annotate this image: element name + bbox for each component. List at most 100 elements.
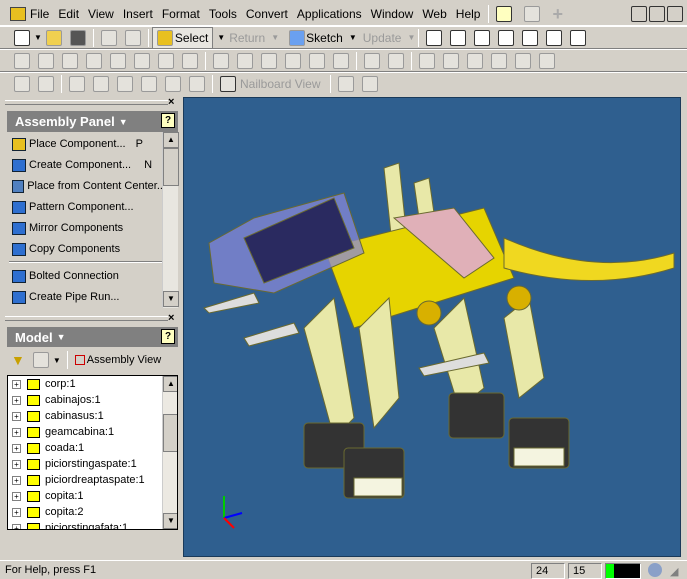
ifeature-icon[interactable] bbox=[491, 52, 507, 69]
help-icon[interactable]: ? bbox=[161, 329, 175, 344]
menu-edit[interactable]: Edit bbox=[58, 7, 79, 21]
tree-icon[interactable] bbox=[32, 352, 49, 368]
menu-web[interactable]: Web bbox=[422, 7, 446, 21]
split-icon[interactable] bbox=[38, 76, 54, 92]
look-at-icon[interactable] bbox=[570, 29, 587, 46]
close-panel-icon[interactable]: × bbox=[168, 96, 174, 108]
tree-item[interactable]: + piciordreaptaspate:1 bbox=[12, 472, 145, 488]
scroll-down-button[interactable]: ▼ bbox=[163, 513, 177, 529]
rotate-icon[interactable] bbox=[546, 29, 563, 46]
close-icon[interactable] bbox=[667, 6, 683, 22]
constraint-icon[interactable] bbox=[14, 52, 30, 69]
axis-icon[interactable] bbox=[182, 52, 198, 69]
tree-item[interactable]: + geamcabina:1 bbox=[12, 424, 114, 440]
expand-icon[interactable]: + bbox=[12, 491, 21, 501]
dimension-icon[interactable] bbox=[261, 52, 277, 69]
create-pipe-run-item[interactable]: Create Pipe Run... bbox=[12, 287, 120, 307]
edit-icon[interactable] bbox=[69, 76, 85, 92]
whats-this-icon[interactable] bbox=[524, 6, 541, 22]
menu-tools[interactable]: Tools bbox=[209, 7, 237, 21]
menu-window[interactable]: Window bbox=[371, 7, 414, 21]
redo-icon[interactable] bbox=[124, 29, 141, 46]
menu-format[interactable]: Format bbox=[162, 7, 200, 21]
probe-icon[interactable] bbox=[333, 52, 349, 69]
graphics-viewport[interactable] bbox=[183, 97, 681, 557]
scroll-up-button[interactable]: ▲ bbox=[163, 132, 179, 148]
tree-item[interactable]: + cabinajos:1 bbox=[12, 392, 101, 408]
menu-convert[interactable]: Convert bbox=[246, 7, 288, 21]
assembly-view-button[interactable]: Assembly View bbox=[87, 354, 161, 366]
mirror-icon[interactable] bbox=[141, 76, 157, 92]
sketch-button[interactable]: Sketch bbox=[306, 31, 343, 45]
scroll-down-button[interactable]: ▼ bbox=[163, 291, 179, 307]
sketch-plane-icon[interactable] bbox=[388, 52, 404, 69]
assembly-panel-grip[interactable] bbox=[5, 100, 168, 105]
analyze-icon[interactable] bbox=[134, 52, 150, 69]
create-component-item[interactable]: Create Component... N bbox=[12, 155, 152, 175]
new-icon[interactable] bbox=[14, 29, 30, 46]
half-section-icon[interactable] bbox=[237, 52, 253, 69]
expand-icon[interactable]: + bbox=[12, 427, 21, 437]
table-icon[interactable] bbox=[443, 52, 459, 69]
tree-item[interactable]: + corp:1 bbox=[12, 376, 76, 392]
zoom-selected-icon[interactable] bbox=[522, 29, 539, 46]
help-icon[interactable]: ? bbox=[161, 113, 175, 128]
menu-file[interactable]: File bbox=[30, 7, 49, 21]
nailboard-view-button[interactable]: Nailboard View bbox=[240, 77, 321, 91]
menu-help[interactable]: Help bbox=[456, 7, 481, 21]
replace-icon[interactable] bbox=[110, 52, 126, 69]
parts-icon[interactable] bbox=[419, 52, 435, 69]
expand-icon[interactable]: + bbox=[12, 475, 21, 485]
model-panel-header[interactable]: Model ▼ ? bbox=[7, 327, 178, 347]
expand-icon[interactable]: + bbox=[12, 443, 21, 453]
zoom-icon[interactable] bbox=[474, 29, 491, 46]
model-tree-scrollbar[interactable]: ▲ ▼ bbox=[162, 376, 177, 529]
plane-icon[interactable] bbox=[158, 52, 174, 69]
menu-applications[interactable]: Applications bbox=[297, 7, 362, 21]
cycle-icon[interactable] bbox=[117, 76, 133, 92]
undo-icon[interactable] bbox=[100, 29, 117, 46]
measure-icon[interactable] bbox=[285, 52, 301, 69]
menu-insert[interactable]: Insert bbox=[123, 7, 153, 21]
expand-icon[interactable]: + bbox=[12, 379, 21, 389]
document-icon[interactable] bbox=[165, 76, 181, 92]
text-icon[interactable] bbox=[364, 52, 380, 69]
layout-icon[interactable] bbox=[14, 76, 30, 92]
return-button[interactable]: Return bbox=[229, 31, 265, 45]
zoom-all-icon[interactable] bbox=[426, 29, 443, 46]
filter-icon[interactable]: ▼ bbox=[11, 352, 25, 368]
expand-icon[interactable]: + bbox=[12, 411, 21, 421]
model-panel-grip[interactable] bbox=[5, 316, 168, 321]
flag-icon[interactable] bbox=[189, 76, 205, 92]
bom-icon[interactable] bbox=[539, 52, 555, 69]
spark-icon[interactable] bbox=[337, 76, 354, 92]
place-component-item[interactable]: Place Component... P bbox=[12, 134, 143, 154]
select-button[interactable]: Select bbox=[151, 26, 214, 49]
rotate-component-icon[interactable] bbox=[62, 52, 78, 69]
place-content-center-item[interactable]: Place from Content Center... bbox=[12, 176, 166, 196]
minimize-icon[interactable] bbox=[631, 6, 647, 22]
assembly-panel-scrollbar[interactable]: ▲ ▼ bbox=[162, 132, 179, 308]
tree-item[interactable]: + copita:2 bbox=[12, 504, 84, 520]
scroll-thumb[interactable] bbox=[163, 414, 177, 452]
grid-icon[interactable] bbox=[467, 52, 483, 69]
tree-item[interactable]: + cabinasus:1 bbox=[12, 408, 104, 424]
tree-item[interactable]: + copita:1 bbox=[12, 488, 84, 504]
plus-icon[interactable]: + bbox=[552, 4, 563, 25]
restore-icon[interactable] bbox=[649, 6, 665, 22]
section-icon[interactable] bbox=[213, 52, 229, 69]
help-icon[interactable] bbox=[496, 6, 513, 22]
pattern-icon[interactable] bbox=[86, 52, 102, 69]
expand-icon[interactable]: + bbox=[12, 459, 21, 469]
pattern-component-item[interactable]: Pattern Component... bbox=[12, 197, 134, 217]
bolted-connection-item[interactable]: Bolted Connection bbox=[12, 266, 119, 286]
copy-components-item[interactable]: Copy Components bbox=[12, 239, 120, 259]
save-icon[interactable] bbox=[69, 29, 86, 46]
properties-icon[interactable] bbox=[361, 76, 378, 92]
resize-grip[interactable]: ◢ bbox=[670, 565, 678, 578]
expand-icon[interactable]: + bbox=[12, 507, 21, 517]
pan-icon[interactable] bbox=[498, 29, 515, 46]
scroll-thumb[interactable] bbox=[163, 148, 179, 186]
expand-icon[interactable]: + bbox=[12, 395, 21, 405]
menu-view[interactable]: View bbox=[88, 7, 114, 21]
